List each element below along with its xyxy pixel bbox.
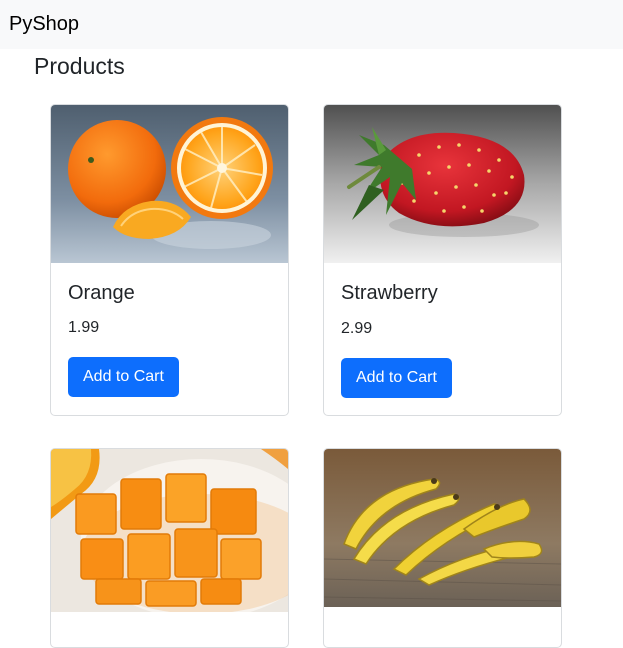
banana-image (324, 449, 561, 607)
orange-image (51, 105, 288, 263)
add-to-cart-button[interactable]: Add to Cart (68, 357, 179, 397)
add-to-cart-button[interactable]: Add to Cart (341, 358, 452, 398)
brand-link[interactable]: PyShop (9, 12, 79, 36)
product-card-orange: Orange 1.99 Add to Cart (50, 104, 289, 416)
mango-image (51, 449, 288, 612)
product-name: Orange (68, 282, 135, 304)
product-name: Strawberry (341, 282, 438, 304)
strawberry-image (324, 105, 561, 263)
page-title: Products (34, 53, 125, 79)
product-card-strawberry: Strawberry 2.99 Add to Cart (323, 104, 562, 416)
navbar: PyShop (0, 0, 623, 49)
product-card-banana (323, 448, 562, 648)
product-price: 1.99 (68, 319, 100, 336)
product-card-mango (50, 448, 289, 648)
product-price: 2.99 (341, 320, 373, 337)
